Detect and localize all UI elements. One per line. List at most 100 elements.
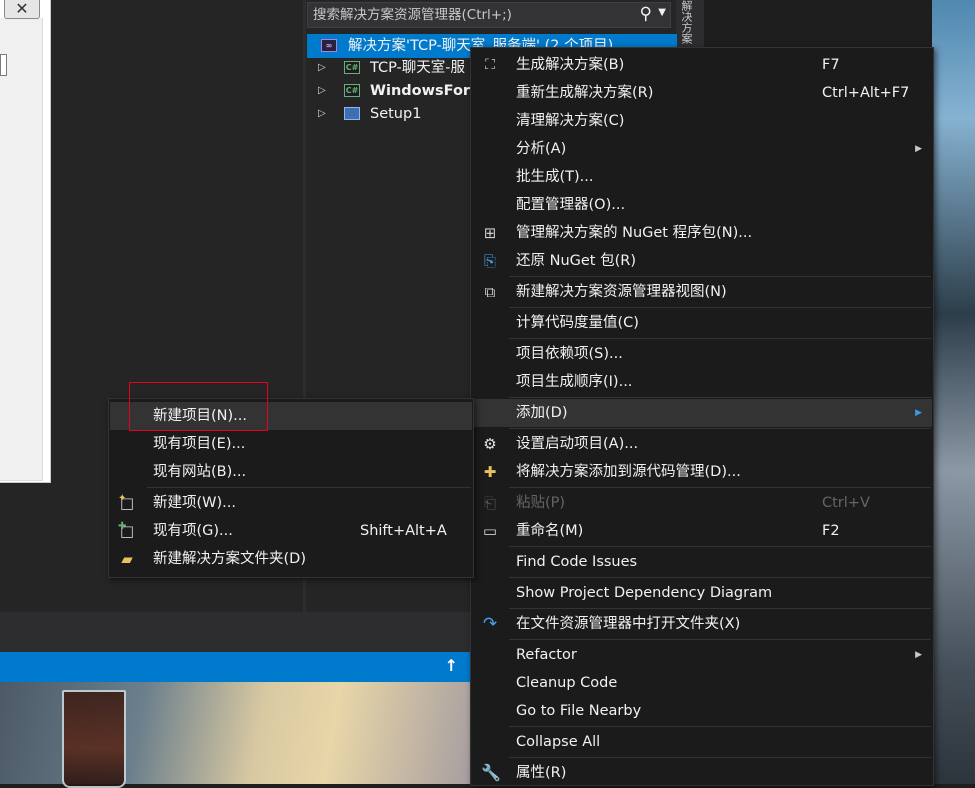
menu-item-label: 粘贴(P)	[516, 495, 566, 511]
existing-item-icon: ✚ □	[118, 521, 135, 540]
menu-separator	[509, 428, 931, 429]
tree-item-label: WindowsForm	[370, 83, 486, 99]
menu-separator	[509, 577, 931, 578]
search-icon[interactable]: ⚲	[640, 4, 652, 24]
menu-item-restore-nuget[interactable]: ⎘ 还原 NuGet 包(R)	[472, 247, 932, 275]
chevron-down-icon[interactable]: ▼	[658, 7, 666, 18]
menu-separator	[509, 338, 931, 339]
menu-item-new-explorer-view[interactable]: ⧉ 新建解决方案资源管理器视图(N)	[472, 278, 932, 306]
submenu-item-new-solution-folder[interactable]: ▰ 新建解决方案文件夹(D)	[110, 545, 472, 573]
solution-explorer-side-tab[interactable]: 解决方案资源管	[676, 0, 696, 48]
desktop-wallpaper-right	[932, 0, 975, 784]
menu-item-dependency-diagram[interactable]: Show Project Dependency Diagram	[472, 579, 932, 607]
menu-item-label: 配置管理器(O)...	[516, 197, 626, 213]
gear-icon: ⚙	[483, 435, 497, 453]
menu-item-refactor[interactable]: Refactor ▶	[472, 641, 932, 669]
up-arrow-icon[interactable]: ↑	[445, 656, 458, 675]
menu-item-label: 清理解决方案(C)	[516, 113, 625, 129]
menu-item-label: 项目依赖项(S)...	[516, 346, 623, 362]
menu-item-properties[interactable]: 🔧 属性(R)	[472, 759, 932, 787]
menu-separator	[147, 487, 471, 488]
menu-item-paste[interactable]: ⎗ 粘贴(P) Ctrl+V	[472, 489, 932, 517]
submenu-arrow-icon: ▶	[915, 144, 922, 154]
solution-icon: ∞	[321, 39, 337, 52]
paste-icon: ⎗	[483, 494, 496, 512]
status-bar: ↑	[0, 652, 470, 682]
menu-item-label: 还原 NuGet 包(R)	[516, 253, 636, 269]
menu-item-label: 新建解决方案文件夹(D)	[153, 551, 306, 567]
new-view-icon: ⧉	[484, 283, 496, 301]
solution-context-menu: ⛶ 生成解决方案(B) F7 重新生成解决方案(R) Ctrl+Alt+F7 清…	[470, 47, 934, 786]
menu-item-label: 分析(A)	[516, 141, 567, 157]
menu-item-label: 项目生成顺序(I)...	[516, 374, 633, 390]
menu-separator	[509, 397, 931, 398]
expand-arrow-icon[interactable]: ▷	[318, 79, 326, 103]
menu-item-manage-nuget[interactable]: ⊞ 管理解决方案的 NuGet 程序包(N)...	[472, 219, 932, 247]
restore-icon: ⎘	[483, 252, 496, 270]
wrench-icon: 🔧	[481, 763, 501, 782]
tree-item-label: TCP-聊天室-服	[370, 60, 466, 76]
menu-item-configuration-manager[interactable]: 配置管理器(O)...	[472, 191, 932, 219]
designer-form	[0, 0, 51, 483]
menu-item-label: 重新生成解决方案(R)	[516, 85, 654, 101]
menu-item-cleanup-code[interactable]: Cleanup Code	[472, 669, 932, 697]
tree-item-label: Setup1	[370, 106, 422, 122]
menu-item-label: 现有项(G)...	[153, 523, 233, 539]
menu-item-build-solution[interactable]: ⛶ 生成解决方案(B) F7	[472, 51, 932, 79]
submenu-arrow-icon: ▶	[915, 650, 922, 660]
menu-item-shortcut: F7	[822, 57, 840, 73]
menu-item-build-order[interactable]: 项目生成顺序(I)...	[472, 368, 932, 396]
menu-item-label: Collapse All	[516, 734, 601, 750]
tree-item-project-tcp[interactable]: ▷ C# TCP-聊天室-服	[307, 56, 472, 80]
menu-separator	[509, 608, 931, 609]
menu-item-add[interactable]: 添加(D) ▶	[472, 399, 932, 427]
menu-item-label: 新建项(W)...	[153, 495, 236, 511]
submenu-item-existing-item[interactable]: ✚ □ 现有项(G)... Shift+Alt+A	[110, 517, 472, 545]
submenu-item-existing-project[interactable]: 现有项目(E)...	[110, 430, 472, 458]
menu-item-label: 现有网站(B)...	[153, 464, 247, 480]
build-icon: ⛶	[485, 57, 495, 73]
menu-item-find-code-issues[interactable]: Find Code Issues	[472, 548, 932, 576]
menu-item-go-to-file-nearby[interactable]: Go to File Nearby	[472, 697, 932, 725]
bottom-panel	[0, 612, 470, 652]
form-textbox[interactable]	[0, 54, 7, 76]
menu-item-open-folder[interactable]: ↷ 在文件资源管理器中打开文件夹(X)	[472, 610, 932, 638]
menu-item-analyze[interactable]: 分析(A) ▶	[472, 135, 932, 163]
submenu-item-new-item[interactable]: ✦ □ 新建项(W)...	[110, 489, 472, 517]
expand-arrow-icon[interactable]: ▷	[318, 102, 326, 126]
menu-item-label: 计算代码度量值(C)	[516, 315, 639, 331]
wallpaper-cup-image	[62, 690, 126, 788]
menu-item-project-dependencies[interactable]: 项目依赖项(S)...	[472, 340, 932, 368]
menu-item-collapse-all[interactable]: Collapse All	[472, 728, 932, 756]
submenu-item-existing-website[interactable]: 现有网站(B)...	[110, 458, 472, 486]
menu-item-rename[interactable]: ▭ 重命名(M) F2	[472, 517, 932, 545]
menu-item-shortcut: F2	[822, 523, 840, 539]
menu-item-label: 将解决方案添加到源代码管理(D)...	[516, 464, 741, 480]
menu-item-batch-build[interactable]: 批生成(T)...	[472, 163, 932, 191]
menu-item-add-source-control[interactable]: ✚ 将解决方案添加到源代码管理(D)...	[472, 458, 932, 486]
highlight-annotation-box	[129, 382, 268, 431]
tree-item-project-setup[interactable]: ▷ Setup1	[307, 102, 472, 126]
menu-item-label: Cleanup Code	[516, 675, 618, 691]
menu-item-code-metrics[interactable]: 计算代码度量值(C)	[472, 309, 932, 337]
menu-item-shortcut: Shift+Alt+A	[360, 523, 447, 539]
form-body	[0, 18, 43, 481]
close-icon[interactable]: ✕	[4, 0, 40, 19]
menu-item-label: Go to File Nearby	[516, 703, 642, 719]
expand-arrow-icon[interactable]: ▷	[318, 56, 326, 80]
menu-item-set-startup[interactable]: ⚙ 设置启动项目(A)...	[472, 430, 932, 458]
search-input[interactable]	[313, 7, 633, 23]
menu-separator	[509, 487, 931, 488]
menu-item-label: 属性(R)	[516, 765, 567, 781]
tree-item-project-windowsform[interactable]: ▷ C# WindowsForm	[307, 79, 485, 103]
wallpaper-strip	[696, 0, 704, 48]
menu-item-label: Refactor	[516, 647, 577, 663]
menu-separator	[509, 307, 931, 308]
menu-item-rebuild-solution[interactable]: 重新生成解决方案(R) Ctrl+Alt+F7	[472, 79, 932, 107]
rename-icon: ▭	[482, 522, 498, 540]
menu-separator	[509, 757, 931, 758]
menu-item-label: 生成解决方案(B)	[516, 57, 625, 73]
menu-item-clean-solution[interactable]: 清理解决方案(C)	[472, 107, 932, 135]
solution-explorer-search[interactable]: ⚲ ▼	[307, 2, 671, 28]
new-folder-icon: ▰	[121, 550, 133, 568]
